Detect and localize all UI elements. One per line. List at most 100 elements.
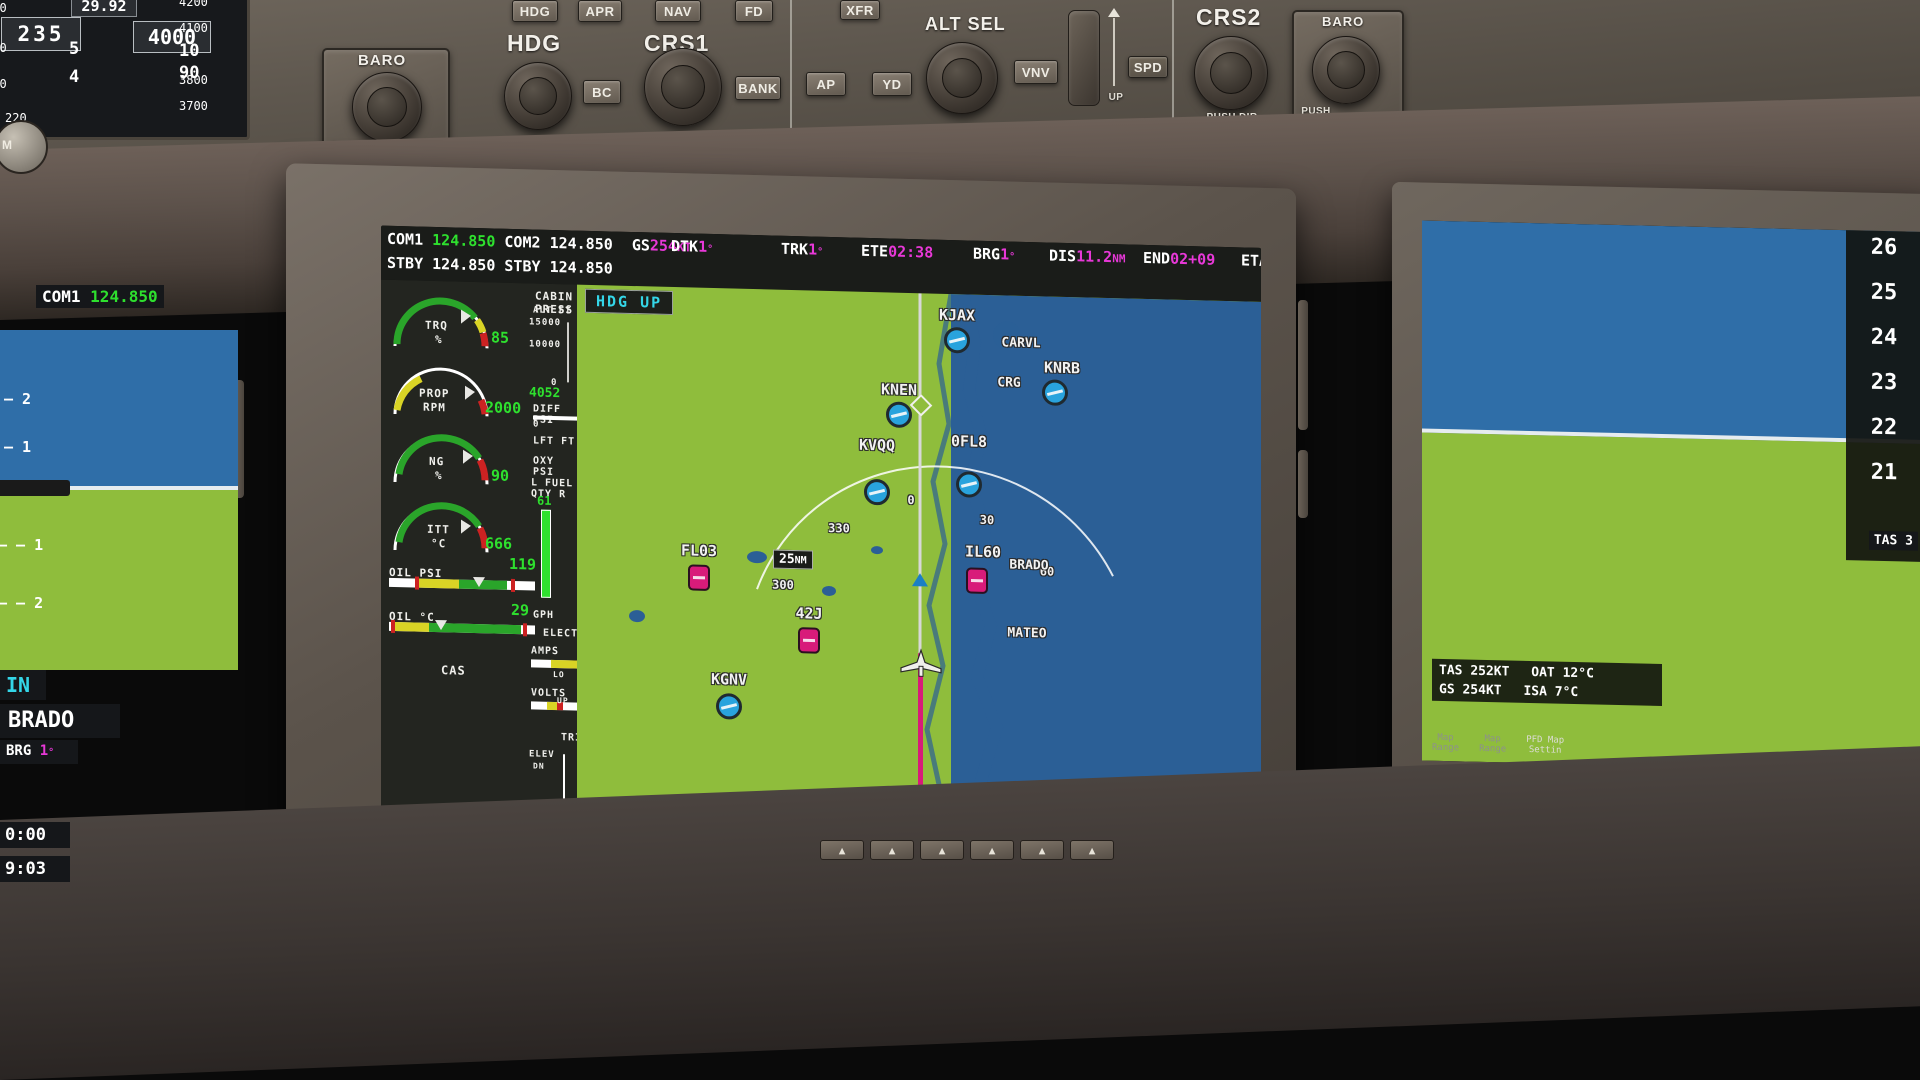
yd-button[interactable]: YD [872, 72, 912, 96]
ng-label: NG [429, 454, 445, 469]
amps-lo-marker: LO [553, 669, 565, 680]
left-waypoint-box: BRADO [0, 704, 120, 738]
cabin-alt-label: ALT FT [533, 305, 572, 317]
stby2-label: STBY [504, 256, 541, 276]
left-status-text: IN [6, 673, 31, 697]
ete-label: ETE [861, 241, 889, 261]
trq-value: 85 [491, 328, 510, 347]
map-range-indicator: 25NM [773, 549, 813, 570]
airport-icon-knen[interactable] [886, 401, 912, 429]
com2-label: COM2 [504, 232, 541, 252]
left-com1-box: COM1 124.850 [36, 285, 164, 308]
right-mfd-bezel: 26 25 24 23 22 21 TAS 3 TAS 252KT OAT 12… [1392, 181, 1920, 825]
console-softkey-1[interactable]: ▲ [820, 840, 864, 860]
eta-label: ETA [1241, 251, 1261, 271]
navigation-map[interactable]: 300 330 0 30 60 25NM HDG UP KJAX KNRB KN… [577, 284, 1261, 856]
oil-c-bar [389, 619, 535, 640]
spd-button[interactable]: SPD [1128, 56, 1168, 78]
console-softkey-4[interactable]: ▲ [970, 840, 1014, 860]
vor-icon-42j[interactable] [798, 627, 820, 654]
crs2-knob-inner[interactable] [1210, 52, 1252, 94]
com2-freq[interactable]: 124.850 [550, 234, 613, 254]
map-orientation-label[interactable]: HDG UP [585, 288, 674, 316]
airport-icon-kgnv[interactable] [716, 693, 742, 720]
gs-label: GS [631, 235, 650, 255]
baro-label-right: BARO [1322, 14, 1365, 29]
waypoint-label-kgnv: KGNV [710, 669, 748, 689]
nav-button[interactable]: NAV [655, 0, 701, 22]
up-arrow-icon [1108, 8, 1120, 17]
volts-up-marker: UP [557, 696, 569, 706]
console-softkey-6[interactable]: ▲ [1070, 840, 1114, 860]
apr-button[interactable]: APR [578, 0, 622, 22]
prop-value: 2000 [485, 398, 522, 418]
compass-tick-30: 30 [979, 512, 995, 528]
waypoint-label-42j: 42J [795, 604, 823, 623]
dtk-value: 1 [698, 237, 708, 256]
alt-sel-knob[interactable] [926, 42, 998, 114]
airport-icon-knrb[interactable] [1042, 379, 1068, 407]
hdg-button[interactable]: HDG [512, 0, 558, 22]
airport-icon-kvqq[interactable] [864, 478, 890, 506]
compass-tick-300: 300 [772, 577, 794, 593]
right-gs-label: GS [1439, 681, 1455, 698]
vor-icon-il60[interactable] [966, 567, 988, 594]
dis-label: DIS [1049, 246, 1077, 266]
crs2-knob[interactable] [1194, 36, 1268, 110]
ap-button[interactable]: AP [806, 72, 846, 96]
airport-icon-kjax[interactable] [944, 326, 970, 354]
trk-label: TRK [781, 239, 809, 259]
ng-value: 90 [491, 466, 510, 485]
bc-button[interactable]: BC [583, 80, 621, 104]
mfd-screen: COM1 124.850 COM2 124.850 GS254KT STBY 1… [381, 225, 1261, 856]
left-com1-freq[interactable]: 124.850 [90, 287, 157, 306]
brg-value: 1 [1000, 245, 1010, 264]
baro-knob-right[interactable] [1312, 36, 1380, 104]
stby1-freq[interactable]: 124.850 [432, 255, 495, 275]
prop-label: PROP [419, 386, 450, 401]
alt-sel-knob-inner[interactable] [942, 58, 982, 98]
vor-icon-fl03[interactable] [688, 564, 710, 591]
xfr-button[interactable]: XFR [840, 0, 880, 20]
fix-icon-brado[interactable] [912, 573, 928, 587]
bank-button[interactable]: BANK [735, 76, 781, 100]
vnv-button[interactable]: VNV [1014, 60, 1058, 84]
lower-console-softkeys[interactable]: ▲ ▲ ▲ ▲ ▲ ▲ [820, 840, 1114, 860]
dis-value: 11.2 [1076, 247, 1113, 267]
left-time2-value: 9:03 [5, 859, 46, 879]
hdg-knob[interactable] [504, 62, 572, 130]
spd-digit-1: 5 [69, 39, 80, 59]
panel-divider-2 [1172, 0, 1174, 128]
right-alt-tick-4: 22 [1870, 414, 1898, 441]
console-softkey-2[interactable]: ▲ [870, 840, 914, 860]
right-tas-top: TAS 3 [1868, 530, 1918, 551]
airport-icon-0fl8[interactable] [956, 471, 982, 498]
cockpit-screenshot: 29.92 235 4000 250 240 230 220 4200 4100… [0, 0, 1920, 1080]
console-softkey-3[interactable]: ▲ [920, 840, 964, 860]
right-alt-tick-3: 23 [1870, 369, 1898, 396]
cas-label: CAS [441, 663, 466, 678]
baro-knob-left[interactable] [352, 72, 422, 142]
left-time-2: 9:03 [0, 856, 70, 882]
console-softkey-5[interactable]: ▲ [1020, 840, 1064, 860]
baro-knob-right-inner[interactable] [1327, 51, 1365, 89]
fuel-left-value: 61 [537, 493, 552, 508]
crs1-knob-inner[interactable] [661, 65, 705, 109]
waypoint-label-0fl8: 0FL8 [950, 432, 988, 451]
com1-freq[interactable]: 124.850 [432, 231, 495, 251]
vs-rocker[interactable] [1068, 10, 1100, 106]
crs1-knob[interactable] [644, 48, 722, 126]
left-brg-label: BRG [6, 743, 32, 759]
stby2-freq[interactable]: 124.850 [550, 258, 613, 278]
spd-digit-2: 4 [69, 67, 80, 87]
fd-button[interactable]: FD [735, 0, 773, 22]
baro-knob-inner[interactable] [367, 87, 407, 127]
baro-label-left: BARO [358, 52, 407, 69]
alt-digit-2: 90 [179, 63, 200, 83]
right-altitude-tape: 26 25 24 23 22 21 [1846, 230, 1920, 562]
hdg-knob-inner[interactable] [519, 77, 557, 115]
stby1-label: STBY [387, 253, 424, 273]
right-isa-label: ISA [1523, 683, 1547, 700]
ng-gauge: NG % [387, 422, 495, 489]
prop-gauge: PROP RPM [387, 354, 495, 421]
